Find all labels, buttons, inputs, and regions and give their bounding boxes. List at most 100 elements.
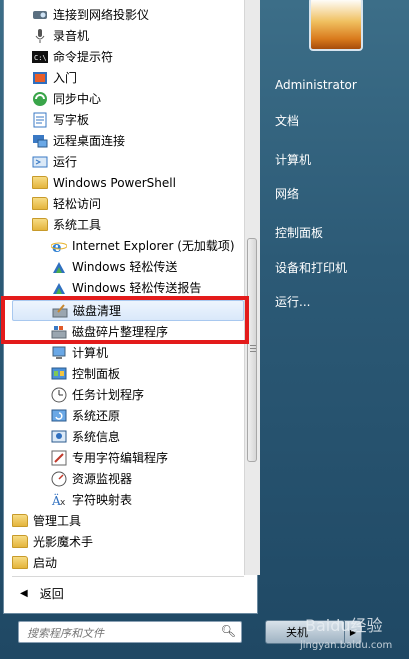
folder-icon <box>32 217 48 233</box>
documents-link[interactable]: 文档 <box>275 112 299 129</box>
item-label: 资源监视器 <box>72 472 133 486</box>
control-panel-icon <box>51 366 67 382</box>
list-item[interactable]: 连接到网络投影仪 <box>32 4 149 25</box>
list-item[interactable]: Windows 轻松传送报告 <box>51 277 201 298</box>
projector-icon <box>32 7 48 23</box>
system-info-icon <box>51 429 67 445</box>
list-item[interactable]: C:\ 命令提示符 <box>32 46 113 67</box>
list-item[interactable]: 系统信息 <box>51 426 120 447</box>
item-label: 启动 <box>33 556 58 570</box>
folder-item[interactable]: 轻松访问 <box>32 193 101 214</box>
list-item[interactable]: 运行 <box>32 151 77 172</box>
item-label: 入门 <box>53 71 78 85</box>
disk-defragmenter-icon <box>51 324 67 340</box>
folder-item[interactable]: 系统工具 <box>32 214 101 235</box>
folder-icon <box>12 555 28 571</box>
grip-line <box>250 351 256 352</box>
system-restore-icon <box>51 408 67 424</box>
item-label: 磁盘碎片整理程序 <box>72 325 169 339</box>
item-label: 磁盘清理 <box>73 304 122 318</box>
item-label: 控制面板 <box>72 367 121 381</box>
item-label: 光影魔术手 <box>33 535 94 549</box>
search-input[interactable] <box>25 624 219 642</box>
list-item-selected[interactable]: 磁盘清理 <box>12 300 244 321</box>
list-item[interactable]: e Internet Explorer (无加载项) <box>51 235 235 256</box>
item-label: 字符映射表 <box>72 493 133 507</box>
item-label: 计算机 <box>72 346 109 360</box>
svg-text:e: e <box>52 238 62 254</box>
getting-started-icon <box>32 70 48 86</box>
folder-item[interactable]: Windows PowerShell <box>32 172 176 193</box>
folder-item[interactable]: 管理工具 <box>12 510 81 531</box>
item-label: Windows 轻松传送报告 <box>72 281 202 295</box>
list-item[interactable]: 同步中心 <box>32 88 101 109</box>
item-label: 录音机 <box>53 29 90 43</box>
devices-printers-link[interactable]: 设备和打印机 <box>275 259 347 276</box>
computer-icon <box>51 345 67 361</box>
divider <box>12 576 244 577</box>
folder-icon <box>32 175 48 191</box>
folder-item[interactable]: 启动 <box>12 552 57 573</box>
list-item[interactable]: 磁盘碎片整理程序 <box>51 321 168 342</box>
user-avatar[interactable] <box>309 0 363 51</box>
item-label: 连接到网络投影仪 <box>53 8 150 22</box>
easy-transfer-reports-icon <box>51 280 67 296</box>
task-scheduler-icon <box>51 387 67 403</box>
search-box[interactable]: 🔍︎ <box>18 621 242 643</box>
svg-text:C:\: C:\ <box>34 54 47 62</box>
item-label: 写字板 <box>53 113 90 127</box>
list-item[interactable]: 系统还原 <box>51 405 120 426</box>
disk-cleanup-icon <box>52 303 68 319</box>
wordpad-icon <box>32 112 48 128</box>
cmd-icon: C:\ <box>32 49 48 65</box>
internet-explorer-icon: e <box>51 238 67 254</box>
item-label: Windows PowerShell <box>53 175 176 190</box>
item-label: 系统信息 <box>72 430 121 444</box>
control-panel-link[interactable]: 控制面板 <box>275 224 323 241</box>
network-link[interactable]: 网络 <box>275 185 299 202</box>
user-name-link[interactable]: Administrator <box>275 78 357 92</box>
item-label: 任务计划程序 <box>72 388 145 402</box>
watermark-url: jingyan.baidu.com <box>300 640 393 651</box>
sync-center-icon <box>32 91 48 107</box>
folder-icon <box>12 534 28 550</box>
item-label: 系统工具 <box>53 218 102 232</box>
grip-line <box>250 345 256 346</box>
svg-text:x: x <box>60 498 66 508</box>
list-item[interactable]: 专用字符编辑程序 <box>51 447 168 468</box>
computer-link[interactable]: 计算机 <box>275 151 311 168</box>
list-item[interactable]: 远程桌面连接 <box>32 130 125 151</box>
list-item[interactable]: 录音机 <box>32 25 89 46</box>
scrollbar-thumb[interactable] <box>247 238 257 462</box>
program-list-scrollbar[interactable] <box>244 0 260 575</box>
item-label: Windows 轻松传送 <box>72 260 178 274</box>
folder-icon <box>32 196 48 212</box>
programs-pane: 连接到网络投影仪 录音机 C:\ 命令提示符 入门 同步中心 写字板 远程桌面连… <box>3 0 260 614</box>
remote-desktop-icon <box>32 133 48 149</box>
run-icon <box>32 154 48 170</box>
list-item[interactable]: 控制面板 <box>51 363 120 384</box>
folder-icon <box>12 513 28 529</box>
search-icon[interactable]: 🔍︎ <box>221 624 236 638</box>
list-item[interactable]: 入门 <box>32 67 77 88</box>
microphone-icon <box>32 28 48 44</box>
item-label: 专用字符编辑程序 <box>72 451 169 465</box>
item-label: 系统还原 <box>72 409 121 423</box>
list-item[interactable]: 计算机 <box>51 342 108 363</box>
folder-item[interactable]: 光影魔术手 <box>12 531 93 552</box>
item-label: 运行 <box>53 155 78 169</box>
list-item[interactable]: 任务计划程序 <box>51 384 144 405</box>
list-item[interactable]: Äx 字符映射表 <box>51 489 132 510</box>
item-label: Internet Explorer (无加载项) <box>72 239 235 253</box>
list-item[interactable]: 写字板 <box>32 109 89 130</box>
list-item[interactable]: 资源监视器 <box>51 468 132 489</box>
item-label: 轻松访问 <box>53 197 102 211</box>
character-map-icon: Äx <box>51 492 67 508</box>
back-button[interactable]: ◀ 返回 <box>4 582 64 604</box>
run-link[interactable]: 运行... <box>275 293 310 310</box>
resource-monitor-icon <box>51 471 67 487</box>
list-item[interactable]: Windows 轻松传送 <box>51 256 177 277</box>
easy-transfer-icon <box>51 259 67 275</box>
grip-line <box>250 348 256 349</box>
item-label: 管理工具 <box>33 514 82 528</box>
